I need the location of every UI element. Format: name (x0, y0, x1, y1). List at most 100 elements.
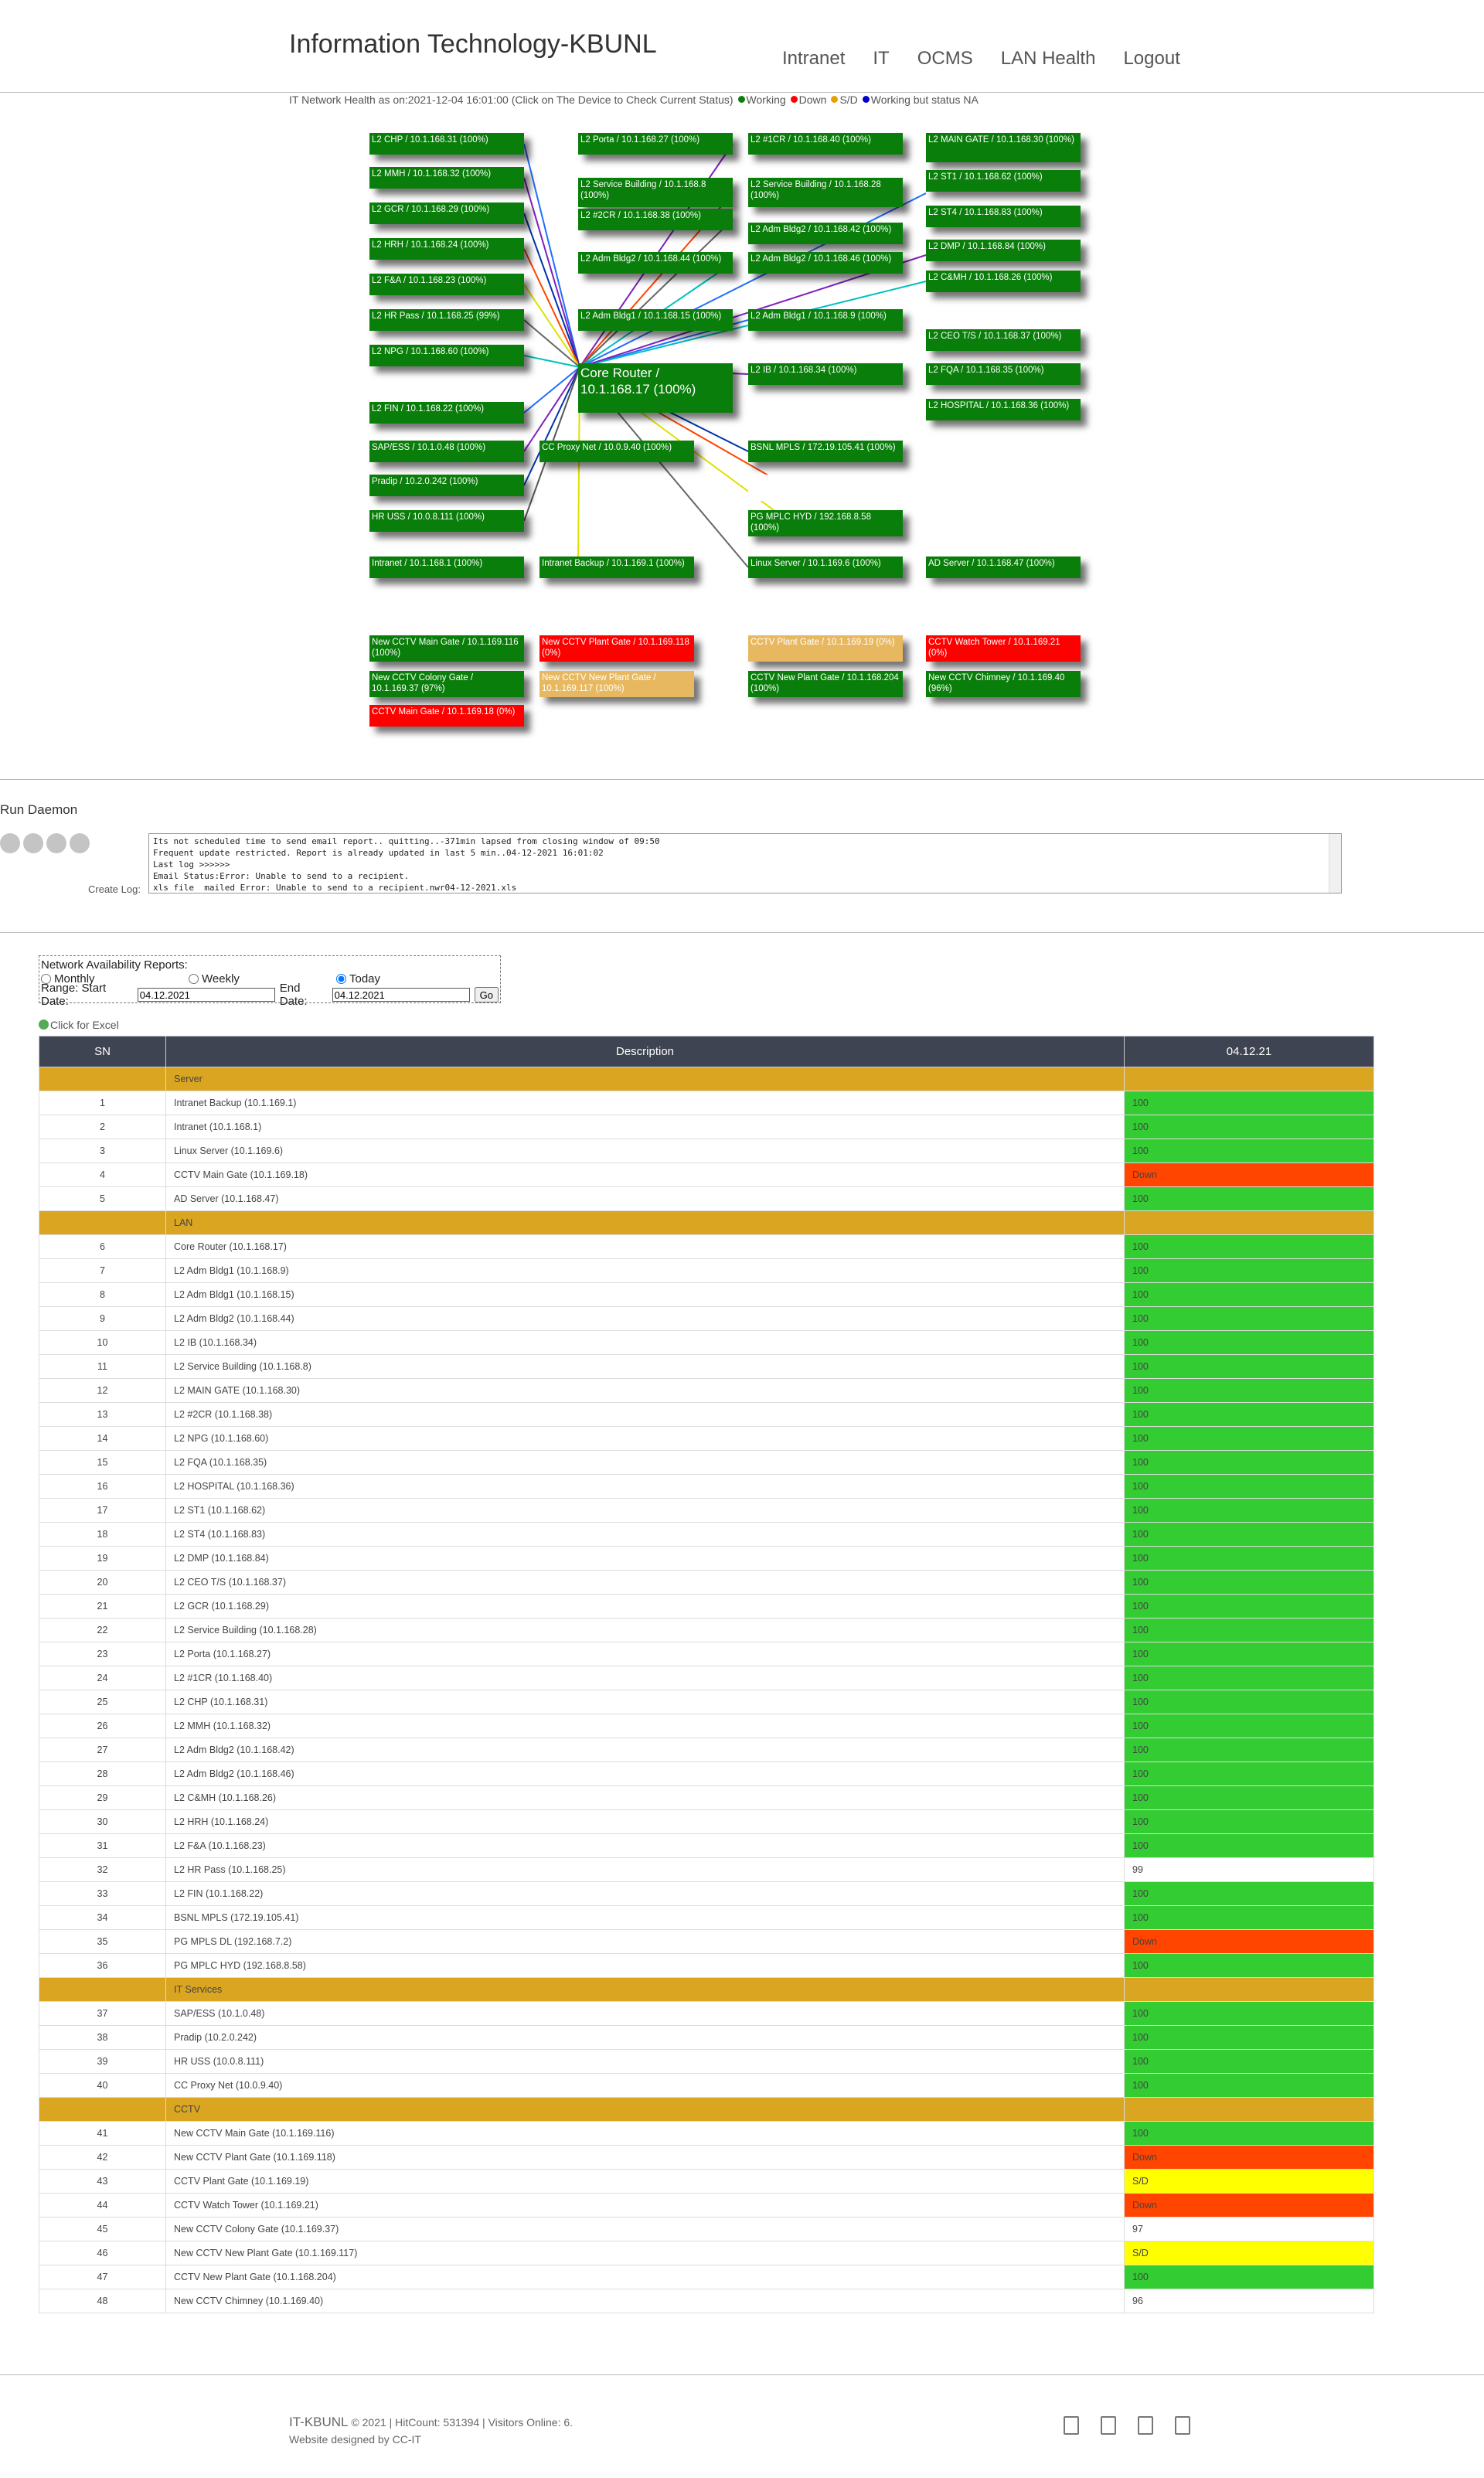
report-title: Network Availability Reports: (41, 958, 188, 972)
row-status: 100 (1124, 1091, 1374, 1115)
group-sn (39, 1067, 166, 1091)
network-node[interactable]: L2 Service Building / 10.1.168.28 (100%) (748, 178, 903, 207)
facebook-icon[interactable] (1064, 2416, 1079, 2435)
network-node[interactable]: L2 HR Pass / 10.1.168.25 (99%) (369, 309, 524, 331)
network-node[interactable]: L2 NPG / 10.1.168.60 (100%) (369, 345, 524, 366)
network-node[interactable]: Core Router / 10.1.168.17 (100%) (578, 363, 733, 413)
row-description: New CCTV Main Gate (10.1.169.116) (165, 2121, 1125, 2146)
network-node[interactable]: L2 Adm Bldg2 / 10.1.168.42 (100%) (748, 223, 903, 244)
nav-ocms[interactable]: OCMS (917, 48, 973, 70)
row-description: L2 HR Pass (10.1.168.25) (165, 1857, 1125, 1882)
network-node[interactable]: L2 GCR / 10.1.168.29 (100%) (369, 203, 524, 224)
row-description: L2 Adm Bldg2 (10.1.168.44) (165, 1306, 1125, 1331)
network-node[interactable]: L2 ST4 / 10.1.168.83 (100%) (926, 206, 1081, 227)
table-row: 44 CCTV Watch Tower (10.1.169.21) Down (39, 2193, 1374, 2218)
network-node[interactable]: SAP/ESS / 10.1.0.48 (100%) (369, 441, 524, 462)
network-node[interactable]: L2 CEO T/S / 10.1.168.37 (100%) (926, 329, 1081, 351)
row-description: L2 Adm Bldg2 (10.1.168.42) (165, 1738, 1125, 1762)
network-node[interactable]: L2 HOSPITAL / 10.1.168.36 (100%) (926, 399, 1081, 420)
network-node[interactable]: L2 CHP / 10.1.168.31 (100%) (369, 133, 524, 155)
network-node[interactable]: New CCTV Plant Gate / 10.1.169.118 (0%) (539, 635, 694, 662)
network-node[interactable]: L2 HRH / 10.1.168.24 (100%) (369, 238, 524, 260)
network-node[interactable]: CCTV Watch Tower / 10.1.169.21 (0%) (926, 635, 1081, 662)
end-date-input[interactable] (332, 988, 470, 1002)
excel-link[interactable]: Click for Excel (39, 1019, 119, 1031)
youtube-icon[interactable] (1175, 2416, 1190, 2435)
network-node[interactable]: PG MPLC HYD / 192.168.8.58 (100%) (748, 510, 903, 536)
network-node[interactable]: L2 Adm Bldg1 / 10.1.168.15 (100%) (578, 309, 733, 331)
row-sn: 35 (39, 1929, 166, 1954)
network-node[interactable]: L2 #1CR / 10.1.168.40 (100%) (748, 133, 903, 155)
network-node[interactable]: AD Server / 10.1.168.47 (100%) (926, 557, 1081, 578)
table-row: 23 L2 Porta (10.1.168.27) 100 (39, 1642, 1374, 1666)
network-node[interactable]: L2 FIN / 10.1.168.22 (100%) (369, 402, 524, 424)
nav-logout[interactable]: Logout (1123, 48, 1179, 70)
nav-intranet[interactable]: Intranet (782, 48, 845, 70)
legend-working: Working (746, 94, 786, 106)
group-value (1124, 2097, 1374, 2122)
network-node[interactable]: CC Proxy Net / 10.0.9.40 (100%) (539, 441, 694, 462)
network-node[interactable] (748, 475, 903, 501)
network-node[interactable]: CCTV Main Gate / 10.1.169.18 (0%) (369, 705, 524, 727)
row-sn: 29 (39, 1785, 166, 1810)
table-row: 28 L2 Adm Bldg2 (10.1.168.46) 100 (39, 1761, 1374, 1786)
network-node[interactable]: L2 C&MH / 10.1.168.26 (100%) (926, 271, 1081, 292)
indicator-circle (23, 833, 43, 853)
network-node[interactable]: New CCTV New Plant Gate / 10.1.169.117 (… (539, 671, 694, 697)
table-row: 47 CCTV New Plant Gate (10.1.168.204) 100 (39, 2265, 1374, 2289)
row-description: L2 GCR (10.1.168.29) (165, 1594, 1125, 1619)
network-link (523, 366, 580, 486)
row-description: L2 CEO T/S (10.1.168.37) (165, 1570, 1125, 1595)
network-node[interactable]: L2 Adm Bldg2 / 10.1.168.44 (100%) (578, 252, 733, 274)
row-status: 100 (1124, 1282, 1374, 1307)
network-node[interactable]: Intranet / 10.1.168.1 (100%) (369, 557, 524, 578)
network-node[interactable]: L2 IB / 10.1.168.34 (100%) (748, 363, 903, 385)
nav-lan-health[interactable]: LAN Health (1001, 48, 1096, 70)
network-node[interactable]: Pradip / 10.2.0.242 (100%) (369, 475, 524, 496)
network-node[interactable]: L2 MMH / 10.1.168.32 (100%) (369, 167, 524, 189)
group-value (1124, 1210, 1374, 1235)
row-description: SAP/ESS (10.1.0.48) (165, 2001, 1125, 2026)
row-description: BSNL MPLS (172.19.105.41) (165, 1905, 1125, 1930)
row-sn: 39 (39, 2049, 166, 2074)
row-sn: 43 (39, 2169, 166, 2194)
network-node[interactable]: BSNL MPLS / 172.19.105.41 (100%) (748, 441, 903, 462)
network-node[interactable]: L2 Service Building / 10.1.168.8 (100%) (578, 178, 733, 207)
row-status: 100 (1124, 1330, 1374, 1355)
network-node[interactable]: L2 ST1 / 10.1.168.62 (100%) (926, 170, 1081, 192)
network-node[interactable]: HR USS / 10.0.8.111 (100%) (369, 510, 524, 532)
row-description: L2 FQA (10.1.168.35) (165, 1450, 1125, 1475)
network-node[interactable]: L2 DMP / 10.1.168.84 (100%) (926, 240, 1081, 261)
network-node[interactable]: L2 Adm Bldg1 / 10.1.168.9 (100%) (748, 309, 903, 331)
network-node[interactable]: L2 F&A / 10.1.168.23 (100%) (369, 274, 524, 295)
network-node[interactable]: L2 Adm Bldg2 / 10.1.168.46 (100%) (748, 252, 903, 274)
daemon-log[interactable]: Its not scheduled time to send email rep… (148, 833, 1342, 894)
table-group-row: CCTV (39, 2097, 1374, 2122)
log-scrollbar[interactable] (1329, 834, 1341, 893)
row-status: 100 (1124, 1498, 1374, 1523)
network-node[interactable]: CCTV New Plant Gate / 10.1.168.204 (100%… (748, 671, 903, 697)
row-sn: 1 (39, 1091, 166, 1115)
network-node[interactable]: L2 Porta / 10.1.168.27 (100%) (578, 133, 733, 155)
network-node[interactable]: L2 MAIN GATE / 10.1.168.30 (100%) (926, 133, 1081, 162)
table-row: 22 L2 Service Building (10.1.168.28) 100 (39, 1618, 1374, 1642)
radio-today[interactable] (336, 973, 346, 984)
network-node[interactable]: New CCTV Colony Gate / 10.1.169.37 (97%) (369, 671, 524, 697)
network-node[interactable]: Intranet Backup / 10.1.169.1 (100%) (539, 557, 694, 578)
twitter-icon[interactable] (1101, 2416, 1116, 2435)
network-node[interactable]: New CCTV Chimney / 10.1.169.40 (96%) (926, 671, 1081, 697)
network-node[interactable]: L2 FQA / 10.1.168.35 (100%) (926, 363, 1081, 385)
network-node[interactable]: New CCTV Main Gate / 10.1.169.116 (100%) (369, 635, 524, 662)
network-node[interactable]: CCTV Plant Gate / 10.1.169.19 (0%) (748, 635, 903, 662)
radio-weekly[interactable] (189, 973, 199, 984)
start-date-input[interactable] (137, 988, 275, 1002)
network-node[interactable]: Linux Server / 10.1.169.6 (100%) (748, 557, 903, 578)
row-status: 100 (1124, 1546, 1374, 1571)
linkedin-icon[interactable] (1138, 2416, 1153, 2435)
table-row: 48 New CCTV Chimney (10.1.169.40) 96 (39, 2289, 1374, 2313)
row-description: New CCTV Plant Gate (10.1.169.118) (165, 2145, 1125, 2170)
nav-it[interactable]: IT (873, 48, 889, 70)
go-button[interactable]: Go (474, 987, 499, 1002)
network-node[interactable]: L2 #2CR / 10.1.168.38 (100%) (578, 209, 733, 230)
table-row: 9 L2 Adm Bldg2 (10.1.168.44) 100 (39, 1306, 1374, 1331)
